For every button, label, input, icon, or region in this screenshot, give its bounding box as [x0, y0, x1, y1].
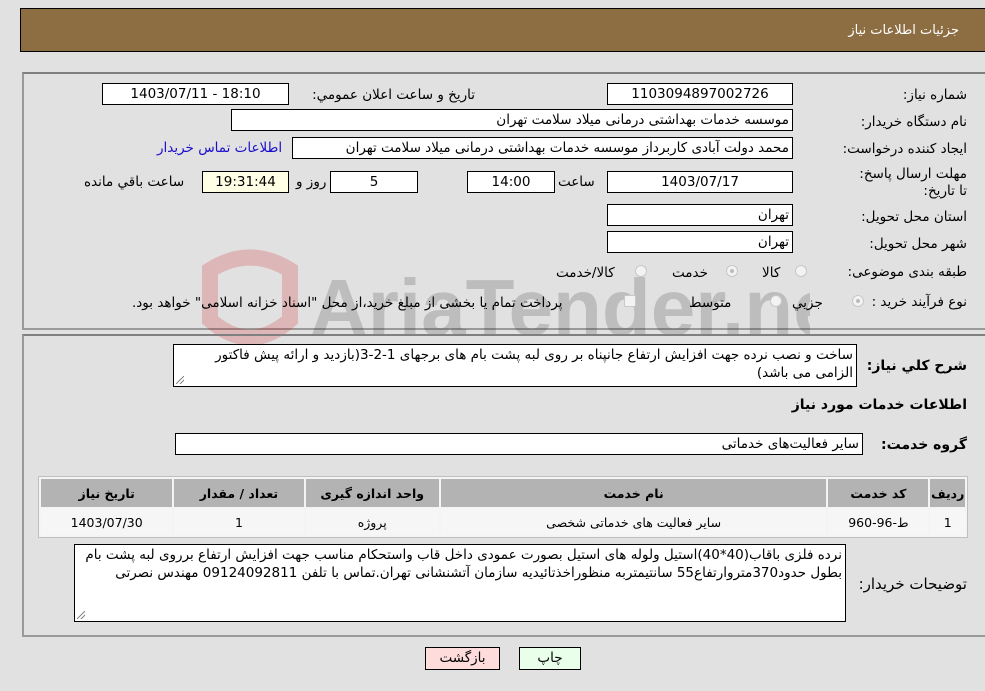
city-field: تهران [607, 231, 793, 253]
days-label: روز و [296, 174, 327, 190]
back-button[interactable]: بازگشت [425, 647, 500, 670]
category-goods-radio[interactable] [795, 265, 807, 277]
cell-service-name: سایر فعالیت های خدماتی شخصی [440, 509, 827, 535]
purchase-type-minor-label: جزيي [792, 295, 823, 311]
services-table: ردیف کد خدمت نام خدمت واحد اندازه گیری ت… [38, 476, 968, 538]
buyer-notes-text: نرده فلزی باقاب(40*40)استیل ولوله های اس… [85, 547, 842, 581]
print-button[interactable]: چاپ [519, 647, 581, 670]
deadline-date-field: 1403/07/17 [607, 171, 793, 193]
service-group-field: سایر فعالیت‌های خدماتی [175, 433, 863, 455]
buyer-org-label: نام دستگاه خریدار: [860, 114, 967, 130]
table-row: 1 ط-96-960 سایر فعالیت های خدماتی شخصی پ… [41, 509, 965, 535]
buyer-contact-link[interactable]: اطلاعات تماس خریدار [157, 140, 282, 156]
cell-unit: پروژه [305, 509, 439, 535]
col-header-service-code: کد خدمت [828, 479, 929, 507]
col-header-service-name: نام خدمت [440, 479, 827, 507]
buyer-org-field: موسسه خدمات بهداشتی درمانی میلاد سلامت ت… [231, 109, 793, 131]
category-goods-label: کالا [762, 265, 781, 281]
treasury-checkbox[interactable] [624, 295, 636, 307]
purchase-type-medium-label: متوسط [689, 295, 732, 311]
purchase-type-medium-radio[interactable] [770, 295, 782, 307]
service-group-label: گروه خدمت: [881, 437, 967, 453]
col-header-row-number: ردیف [930, 479, 965, 507]
services-section-title: اطلاعات خدمات مورد نياز [791, 397, 967, 413]
requester-label: ایجاد کننده درخواست: [842, 141, 967, 157]
resize-grip-icon[interactable] [176, 376, 184, 384]
days-remaining-field: 5 [330, 171, 418, 193]
table-header-row: ردیف کد خدمت نام خدمت واحد اندازه گیری ت… [41, 479, 965, 507]
resize-grip-icon[interactable] [77, 611, 85, 619]
cell-row-number: 1 [930, 509, 965, 535]
col-header-unit: واحد اندازه گیری [305, 479, 439, 507]
category-service-radio[interactable] [726, 265, 738, 277]
col-header-quantity: تعداد / مقدار [174, 479, 304, 507]
description-label: شرح کلي نياز: [866, 358, 967, 374]
description-text: ساخت و نصب نرده جهت افزایش ارتفاع جانپنا… [215, 347, 853, 381]
page-title: جزئیات اطلاعات نیاز [848, 23, 959, 38]
category-label: طبقه بندی موضوعی: [847, 264, 967, 280]
treasury-note: پرداخت تمام یا بخشی از مبلغ خرید،از محل … [132, 295, 563, 311]
col-header-need-date: تاریخ نیاز [41, 479, 173, 507]
description-textarea[interactable]: ساخت و نصب نرده جهت افزایش ارتفاع جانپنا… [173, 344, 857, 387]
category-goods-service-label: کالا/خدمت [556, 265, 615, 281]
buyer-notes-label: توضیحات خریدار: [858, 575, 967, 593]
cell-quantity: 1 [174, 509, 304, 535]
purchase-type-label: نوع فرآیند خرید : [871, 294, 967, 310]
requester-field: محمد دولت آبادی کاربرداز موسسه خدمات بهد… [292, 137, 793, 159]
deadline-time-label: ساعت [558, 174, 595, 190]
cell-service-code: ط-96-960 [828, 509, 929, 535]
announce-datetime-label: تاريخ و ساعت اعلان عمومي: [312, 87, 475, 103]
time-remaining-field: 19:31:44 [202, 171, 289, 193]
category-service-label: خدمت [672, 265, 708, 281]
category-goods-service-radio[interactable] [635, 265, 647, 277]
city-label: شهر محل تحویل: [869, 236, 967, 252]
need-number-label: شماره نیاز: [902, 87, 967, 103]
deadline-time-field: 14:00 [467, 171, 555, 193]
purchase-type-minor-radio[interactable] [852, 295, 864, 307]
page-header: جزئیات اطلاعات نیاز [20, 8, 985, 52]
province-label: استان محل تحویل: [861, 209, 967, 225]
cell-need-date: 1403/07/30 [41, 509, 173, 535]
time-remaining-label: ساعت باقي مانده [84, 174, 185, 190]
need-number-field: 1103094897002726 [607, 83, 793, 105]
province-field: تهران [607, 204, 793, 226]
buyer-notes-textarea[interactable]: نرده فلزی باقاب(40*40)استیل ولوله های اس… [74, 544, 846, 622]
announce-datetime-field: 1403/07/11 - 18:10 [102, 83, 289, 105]
deadline-label: مهلت ارسال پاسخ: تا تاریخ: [859, 166, 967, 199]
